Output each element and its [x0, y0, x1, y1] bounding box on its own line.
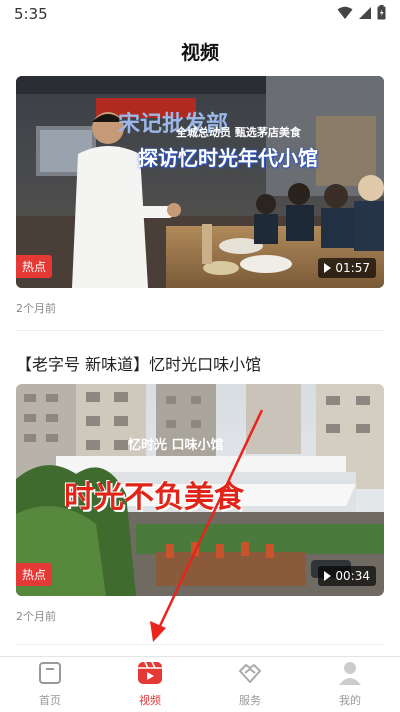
video-icon	[137, 661, 163, 689]
handshake-icon	[236, 661, 264, 689]
divider	[16, 644, 384, 645]
nav-label: 视频	[139, 694, 161, 707]
time-ago: 2个月前	[16, 302, 56, 315]
thumbnail-caption-large: 探访忆时光年代小馆	[138, 146, 318, 170]
thumbnail-caption-large: 时光不负美食	[64, 480, 244, 515]
home-icon	[38, 661, 62, 689]
wifi-icon	[337, 5, 353, 24]
hot-badge: 热点	[16, 255, 53, 278]
thumbnail-caption-small: 全城总动员 甄选茅店美食	[176, 126, 301, 139]
person-icon	[338, 661, 362, 689]
nav-label: 我的	[339, 694, 361, 707]
video-thumbnail[interactable]: 忆时光 口味小馆 时光不负美食 热点 00:34	[16, 384, 384, 596]
page-header: 视频	[0, 32, 400, 70]
play-icon	[324, 263, 332, 273]
video-thumbnail[interactable]: 宋记批发部 全城总动员 甄选茅店美食 探访忆时光年代小馆 热点 01:57	[16, 76, 384, 288]
page-title: 视频	[180, 41, 219, 64]
duration-text: 01:57	[335, 261, 370, 275]
signal-icon	[358, 5, 372, 24]
duration-text: 00:34	[335, 569, 370, 583]
divider	[16, 330, 384, 331]
nav-item-service[interactable]: 服务	[200, 657, 300, 712]
video-feed[interactable]: 宋记批发部 全城总动员 甄选茅店美食 探访忆时光年代小馆 热点 01:57 2个…	[0, 70, 400, 656]
nav-item-video[interactable]: 视频	[100, 657, 200, 712]
duration-badge: 01:57	[318, 258, 376, 278]
status-icons	[337, 4, 386, 24]
play-icon	[324, 571, 332, 581]
time-ago: 2个月前	[16, 610, 56, 623]
bottom-nav: 首页 视频 服务 我的	[0, 656, 400, 712]
nav-label: 服务	[239, 694, 261, 707]
duration-badge: 00:34	[318, 566, 376, 586]
video-card[interactable]: 宋记批发部 全城总动员 甄选茅店美食 探访忆时光年代小馆 热点 01:57 2个…	[16, 76, 384, 326]
nav-label: 首页	[39, 694, 61, 707]
restaurant-sign: 忆时光 口味小馆	[128, 438, 224, 453]
hot-badge: 热点	[16, 563, 53, 586]
video-title[interactable]: 【老字号 新味道】忆时光口味小馆	[16, 351, 261, 375]
status-time: 5:35	[14, 5, 48, 23]
video-card[interactable]: 【老字号 新味道】忆时光口味小馆 忆时光 口味小馆 时光不负美食 热点 00:3…	[16, 347, 384, 637]
battery-icon	[377, 4, 386, 24]
nav-item-mine[interactable]: 我的	[300, 657, 400, 712]
nav-item-home[interactable]: 首页	[0, 657, 100, 712]
status-bar: 5:35	[0, 0, 400, 28]
